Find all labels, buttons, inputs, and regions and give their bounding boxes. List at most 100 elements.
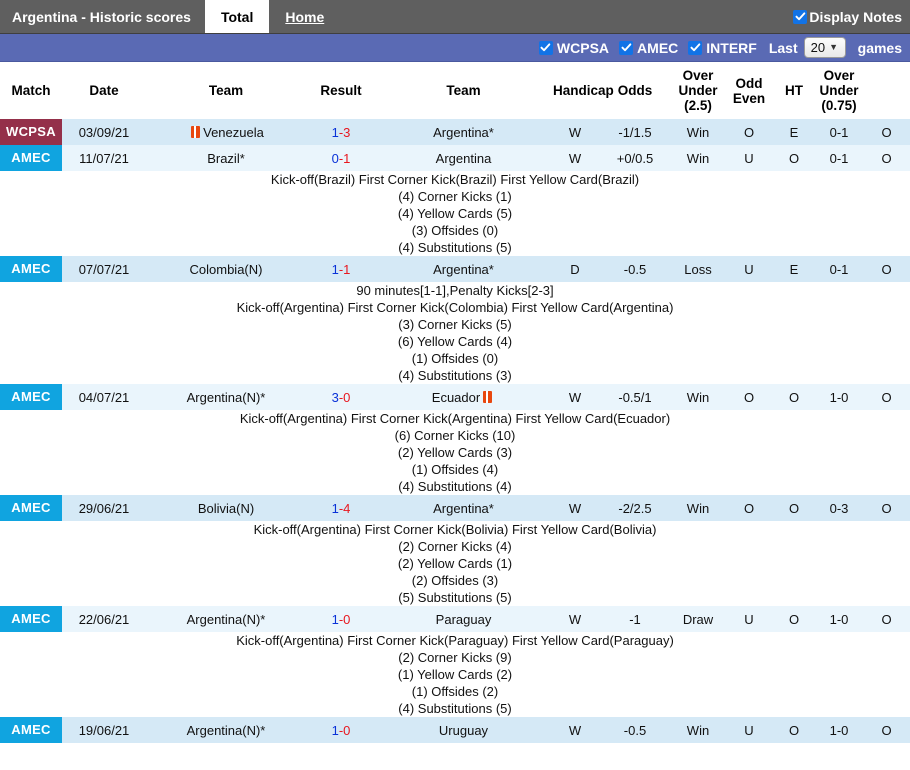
away-team-name: Ecuador	[432, 390, 480, 405]
checkbox-icon[interactable]	[688, 41, 702, 55]
away-team-cell[interactable]: Uruguay	[376, 717, 551, 743]
score-away: 1	[343, 262, 350, 277]
filter-wcpsa[interactable]: WCPSA	[539, 40, 609, 56]
filter-bar: WCPSAAMECINTERF Last 20 ▼ games	[0, 34, 910, 62]
notes-stat-line: (6) Corner Kicks (10)	[0, 427, 910, 444]
table-row[interactable]: AMEC29/06/21Bolivia(N)1-4Argentina*W-2/2…	[0, 495, 910, 521]
filter-label: WCPSA	[557, 40, 609, 56]
column-header-odd-even: Odd Even	[725, 62, 773, 119]
match-notes: 90 minutes[1-1],Penalty Kicks[2-3]Kick-o…	[0, 282, 910, 384]
away-team-cell[interactable]: Ecuador	[376, 384, 551, 410]
odd-even-cell: O	[773, 606, 815, 632]
match-notes-row: Kick-off(Argentina) First Corner Kick(Bo…	[0, 521, 910, 606]
match-competition-cell[interactable]: AMEC	[0, 384, 62, 410]
odd-even-cell: O	[773, 717, 815, 743]
notes-stat-line: (4) Substitutions (4)	[0, 478, 910, 495]
page-root: Argentina - Historic scores TotalHome Di…	[0, 0, 910, 770]
over-under-25-cell: U	[725, 717, 773, 743]
home-team-cell[interactable]: Colombia(N)	[146, 256, 306, 282]
away-team-cell[interactable]: Argentina*	[376, 119, 551, 145]
match-competition-cell[interactable]: AMEC	[0, 256, 62, 282]
last-label: Last	[769, 40, 798, 56]
table-row[interactable]: AMEC19/06/21Argentina(N)*1-0UruguayW-0.5…	[0, 717, 910, 743]
red-card-icon	[483, 391, 492, 403]
checkbox-icon[interactable]	[793, 10, 807, 24]
odd-even-cell: O	[773, 145, 815, 171]
home-team-name: Argentina(N)*	[187, 390, 266, 405]
half-time-score-cell: 1-0	[815, 384, 863, 410]
match-notes-row: 90 minutes[1-1],Penalty Kicks[2-3]Kick-o…	[0, 282, 910, 384]
display-notes-toggle[interactable]: Display Notes	[793, 0, 910, 33]
over-under-075-cell: O	[863, 495, 910, 521]
odd-even-cell: E	[773, 256, 815, 282]
score-home: 1	[332, 501, 339, 516]
odds-cell: Win	[671, 145, 725, 171]
games-count-select[interactable]: 20 ▼	[804, 37, 846, 58]
checkbox-icon[interactable]	[539, 41, 553, 55]
result-score-cell: 3-0	[306, 384, 376, 410]
notes-events: Kick-off(Argentina) First Corner Kick(Co…	[0, 299, 910, 316]
away-team-cell[interactable]: Argentina*	[376, 495, 551, 521]
over-under-25-cell: U	[725, 145, 773, 171]
home-team-cell[interactable]: Argentina(N)*	[146, 384, 306, 410]
result-score-cell: 0-1	[306, 145, 376, 171]
handicap-result-cell: W	[551, 384, 599, 410]
home-team-cell[interactable]: Bolivia(N)	[146, 495, 306, 521]
match-date-cell: 11/07/21	[62, 145, 146, 171]
chevron-down-icon: ▼	[829, 43, 838, 52]
half-time-score-cell: 1-0	[815, 717, 863, 743]
match-notes-row: Kick-off(Argentina) First Corner Kick(Ar…	[0, 410, 910, 495]
column-header-team: Team	[376, 62, 551, 119]
tab-total[interactable]: Total	[205, 0, 269, 33]
column-header-ht: HT	[773, 62, 815, 119]
match-competition-cell[interactable]: AMEC	[0, 606, 62, 632]
over-under-25-cell: O	[725, 495, 773, 521]
notes-events: Kick-off(Argentina) First Corner Kick(Ar…	[0, 410, 910, 427]
score-away: 3	[343, 125, 350, 140]
column-header-date: Date	[62, 62, 146, 119]
result-score-cell: 1-4	[306, 495, 376, 521]
table-row[interactable]: WCPSA03/09/21Venezuela1-3Argentina*W-1/1…	[0, 119, 910, 145]
home-team-cell[interactable]: Argentina(N)*	[146, 606, 306, 632]
home-team-cell[interactable]: Venezuela	[146, 119, 306, 145]
notes-stat-line: (2) Yellow Cards (1)	[0, 555, 910, 572]
handicap-value-cell: -0.5	[599, 717, 671, 743]
column-header-match: Match	[0, 62, 62, 119]
column-header-spacer	[863, 62, 910, 119]
result-score-cell: 1-0	[306, 606, 376, 632]
score-away: 0	[343, 612, 350, 627]
match-competition-cell[interactable]: AMEC	[0, 717, 62, 743]
filter-interf[interactable]: INTERF	[688, 40, 757, 56]
home-team-name: Venezuela	[203, 125, 264, 140]
games-count-value: 20	[811, 40, 825, 55]
match-competition-cell[interactable]: WCPSA	[0, 119, 62, 145]
table-row[interactable]: AMEC04/07/21Argentina(N)*3-0EcuadorW-0.5…	[0, 384, 910, 410]
score-home: 1	[332, 612, 339, 627]
notes-extra-time: 90 minutes[1-1],Penalty Kicks[2-3]	[0, 282, 910, 299]
over-under-075-cell: O	[863, 256, 910, 282]
odds-cell: Draw	[671, 606, 725, 632]
over-under-075-cell: O	[863, 145, 910, 171]
table-row[interactable]: AMEC22/06/21Argentina(N)*1-0ParaguayW-1D…	[0, 606, 910, 632]
odd-even-cell: E	[773, 119, 815, 145]
match-notes: Kick-off(Argentina) First Corner Kick(Pa…	[0, 632, 910, 717]
away-team-cell[interactable]: Argentina	[376, 145, 551, 171]
home-team-cell[interactable]: Brazil*	[146, 145, 306, 171]
away-team-name: Paraguay	[436, 612, 492, 627]
match-competition-cell[interactable]: AMEC	[0, 145, 62, 171]
table-row[interactable]: AMEC07/07/21Colombia(N)1-1Argentina*D-0.…	[0, 256, 910, 282]
competition-badge: AMEC	[0, 495, 62, 521]
away-team-cell[interactable]: Argentina*	[376, 256, 551, 282]
home-team-cell[interactable]: Argentina(N)*	[146, 717, 306, 743]
match-date-cell: 29/06/21	[62, 495, 146, 521]
filter-amec[interactable]: AMEC	[619, 40, 678, 56]
table-row[interactable]: AMEC11/07/21Brazil*0-1ArgentinaW+0/0.5Wi…	[0, 145, 910, 171]
half-time-score-cell: 0-1	[815, 145, 863, 171]
match-notes-row: Kick-off(Argentina) First Corner Kick(Pa…	[0, 632, 910, 717]
match-competition-cell[interactable]: AMEC	[0, 495, 62, 521]
away-team-cell[interactable]: Paraguay	[376, 606, 551, 632]
tab-home[interactable]: Home	[269, 0, 340, 33]
checkbox-icon[interactable]	[619, 41, 633, 55]
score-away: 1	[343, 151, 350, 166]
notes-stat-line: (5) Substitutions (5)	[0, 589, 910, 606]
